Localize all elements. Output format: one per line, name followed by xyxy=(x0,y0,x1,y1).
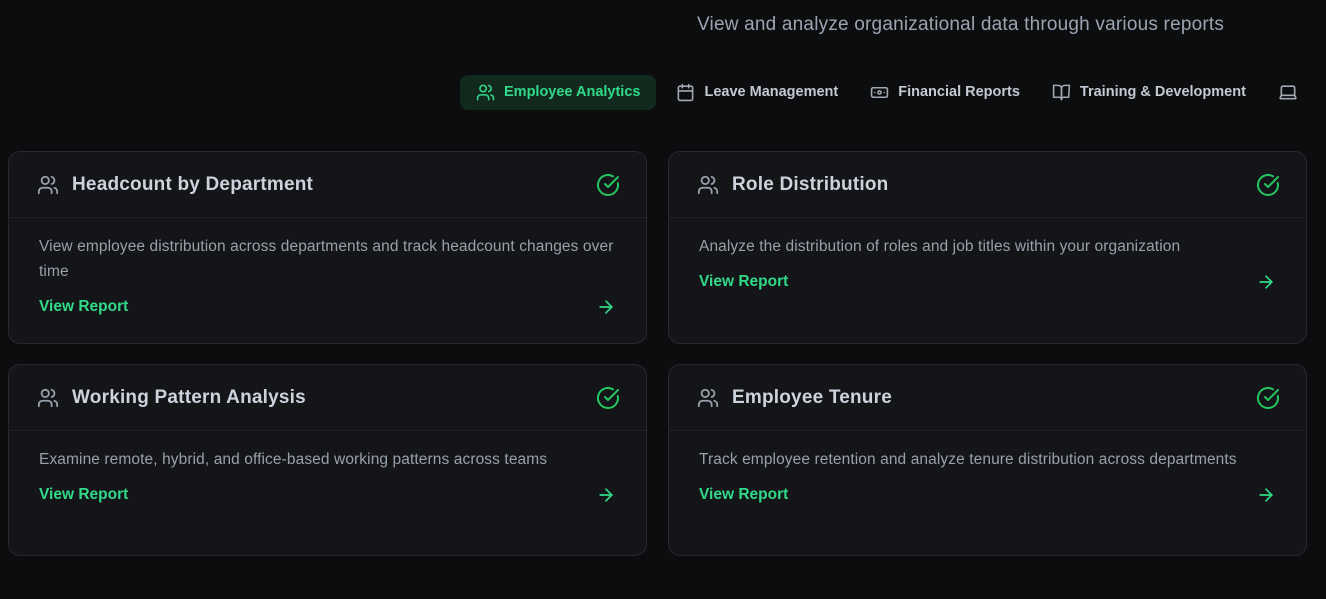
card-header: Employee Tenure xyxy=(669,365,1306,431)
view-report-label: View Report xyxy=(699,486,788,504)
card-headcount-by-department: Headcount by Department View employee di… xyxy=(8,151,647,344)
view-report-link[interactable]: View Report xyxy=(39,297,616,317)
view-report-link[interactable]: View Report xyxy=(39,485,616,505)
arrow-right-icon xyxy=(596,485,616,505)
tab-label: Employee Analytics xyxy=(504,83,640,101)
tab-label: Financial Reports xyxy=(898,83,1020,101)
card-body: View employee distribution across depart… xyxy=(9,218,646,317)
card-description: View employee distribution across depart… xyxy=(39,234,616,284)
card-description: Analyze the distribution of roles and jo… xyxy=(699,234,1276,259)
check-circle-icon xyxy=(1256,386,1280,410)
laptop-icon xyxy=(1278,82,1298,102)
tab-label: Leave Management xyxy=(704,83,838,101)
card-title: Headcount by Department xyxy=(72,174,313,196)
view-report-label: View Report xyxy=(39,298,128,316)
banknote-icon xyxy=(870,83,889,102)
arrow-right-icon xyxy=(1256,485,1276,505)
card-title: Employee Tenure xyxy=(732,387,892,409)
card-description: Track employee retention and analyze ten… xyxy=(699,447,1276,472)
arrow-right-icon xyxy=(596,297,616,317)
tab-financial-reports[interactable]: Financial Reports xyxy=(858,75,1032,110)
card-employee-tenure: Employee Tenure Track employee retention… xyxy=(668,364,1307,556)
view-report-link[interactable]: View Report xyxy=(699,272,1276,292)
calendar-icon xyxy=(676,83,695,102)
view-report-label: View Report xyxy=(39,486,128,504)
view-report-label: View Report xyxy=(699,273,788,291)
card-header: Role Distribution xyxy=(669,152,1306,218)
report-tabs: Employee Analytics Leave Management Fina… xyxy=(460,74,1319,110)
users-icon xyxy=(697,387,719,409)
card-header: Headcount by Department xyxy=(9,152,646,218)
tab-label: Training & Development xyxy=(1080,83,1246,101)
page-subtitle: View and analyze organizational data thr… xyxy=(697,14,1224,36)
view-report-link[interactable]: View Report xyxy=(699,485,1276,505)
card-title: Role Distribution xyxy=(732,174,888,196)
tab-training-development[interactable]: Training & Development xyxy=(1040,75,1258,110)
check-circle-icon xyxy=(1256,173,1280,197)
users-icon xyxy=(476,83,495,102)
check-circle-icon xyxy=(596,173,620,197)
card-body: Track employee retention and analyze ten… xyxy=(669,431,1306,505)
report-card-grid: Headcount by Department View employee di… xyxy=(8,151,1307,556)
card-header: Working Pattern Analysis xyxy=(9,365,646,431)
book-open-icon xyxy=(1052,83,1071,102)
card-body: Examine remote, hybrid, and office-based… xyxy=(9,431,646,505)
card-role-distribution: Role Distribution Analyze the distributi… xyxy=(668,151,1307,344)
users-icon xyxy=(37,387,59,409)
card-description: Examine remote, hybrid, and office-based… xyxy=(39,447,616,472)
card-title: Working Pattern Analysis xyxy=(72,387,306,409)
tab-employee-analytics[interactable]: Employee Analytics xyxy=(460,75,656,110)
tab-leave-management[interactable]: Leave Management xyxy=(664,75,850,110)
card-working-pattern-analysis: Working Pattern Analysis Examine remote,… xyxy=(8,364,647,556)
check-circle-icon xyxy=(596,386,620,410)
users-icon xyxy=(697,174,719,196)
tab-clipped[interactable] xyxy=(1266,74,1319,110)
arrow-right-icon xyxy=(1256,272,1276,292)
card-body: Analyze the distribution of roles and jo… xyxy=(669,218,1306,292)
users-icon xyxy=(37,174,59,196)
